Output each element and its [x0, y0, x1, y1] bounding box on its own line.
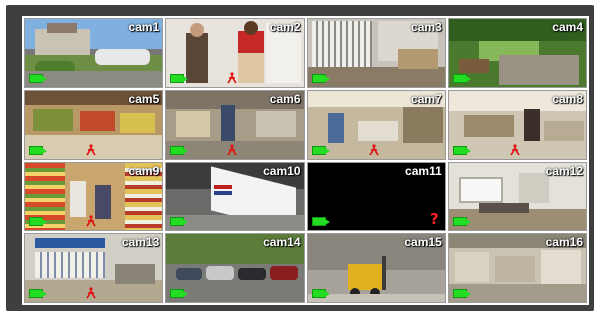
motion-person-icon — [510, 143, 520, 155]
record-icon — [311, 73, 330, 83]
camera-tile-cam2[interactable]: cam2 — [165, 18, 305, 88]
camera-tile-cam10[interactable]: cam10 — [165, 161, 305, 232]
record-icon — [311, 289, 330, 298]
camera-label: cam3 — [411, 20, 442, 34]
camera-tile-cam11[interactable]: cam11 ? — [306, 161, 446, 232]
camera-tile-cam7[interactable]: cam7 — [306, 89, 446, 160]
monitor-frame: cam1 cam2 cam3 cam4 cam5 cam6 cam7 cam8 … — [6, 5, 594, 311]
camera-tile-cam1[interactable]: cam1 — [24, 18, 164, 88]
camera-tile-cam5[interactable]: cam5 — [24, 89, 164, 160]
camera-tile-cam13[interactable]: cam13 — [24, 233, 164, 303]
camera-tile-cam6[interactable]: cam6 — [165, 89, 305, 160]
record-icon — [452, 73, 471, 83]
camera-label: cam6 — [269, 91, 301, 106]
record-icon — [29, 145, 47, 155]
motion-person-icon — [227, 143, 237, 155]
record-icon — [29, 289, 47, 298]
record-icon — [452, 145, 471, 155]
camera-label: cam14 — [263, 235, 301, 250]
camera-label: cam13 — [121, 235, 160, 250]
camera-tile-cam15[interactable]: cam15 — [306, 233, 446, 303]
motion-person-icon — [227, 72, 237, 84]
camera-tile-cam16[interactable]: cam16 — [447, 233, 587, 303]
motion-person-icon — [368, 143, 379, 155]
camera-label: cam12 — [545, 163, 583, 178]
record-icon — [170, 73, 189, 83]
record-icon — [311, 217, 330, 227]
record-icon — [452, 217, 471, 227]
camera-tile-cam14[interactable]: cam14 — [165, 233, 305, 303]
record-icon — [170, 145, 189, 155]
camera-label: cam11 — [405, 163, 442, 178]
camera-label: cam5 — [128, 91, 160, 106]
camera-label: cam16 — [545, 235, 583, 250]
record-icon — [170, 217, 189, 227]
camera-tile-cam9[interactable]: cam9 — [24, 161, 164, 232]
motion-person-icon — [86, 215, 96, 227]
record-icon — [29, 73, 47, 83]
camera-tile-cam12[interactable]: cam12 — [447, 161, 587, 232]
camera-tile-cam8[interactable]: cam8 — [447, 89, 587, 160]
camera-label: cam10 — [263, 163, 301, 178]
camera-grid: cam1 cam2 cam3 cam4 cam5 cam6 cam7 cam8 … — [22, 16, 589, 305]
motion-person-icon — [86, 143, 96, 155]
camera-label: cam1 — [128, 20, 160, 34]
camera-label: cam15 — [404, 235, 442, 250]
camera-label: cam7 — [411, 91, 442, 106]
camera-label: cam4 — [552, 20, 583, 34]
camera-tile-cam3[interactable]: cam3 — [306, 18, 446, 88]
record-icon — [311, 145, 330, 155]
camera-label: cam2 — [269, 20, 301, 34]
record-icon — [452, 289, 471, 298]
camera-label: cam9 — [128, 163, 160, 178]
camera-label: cam8 — [552, 91, 583, 106]
record-icon — [170, 289, 189, 298]
question-mark-icon: ? — [430, 210, 439, 229]
camera-tile-cam4[interactable]: cam4 — [447, 18, 587, 88]
motion-person-icon — [86, 287, 96, 299]
record-icon — [29, 217, 47, 227]
